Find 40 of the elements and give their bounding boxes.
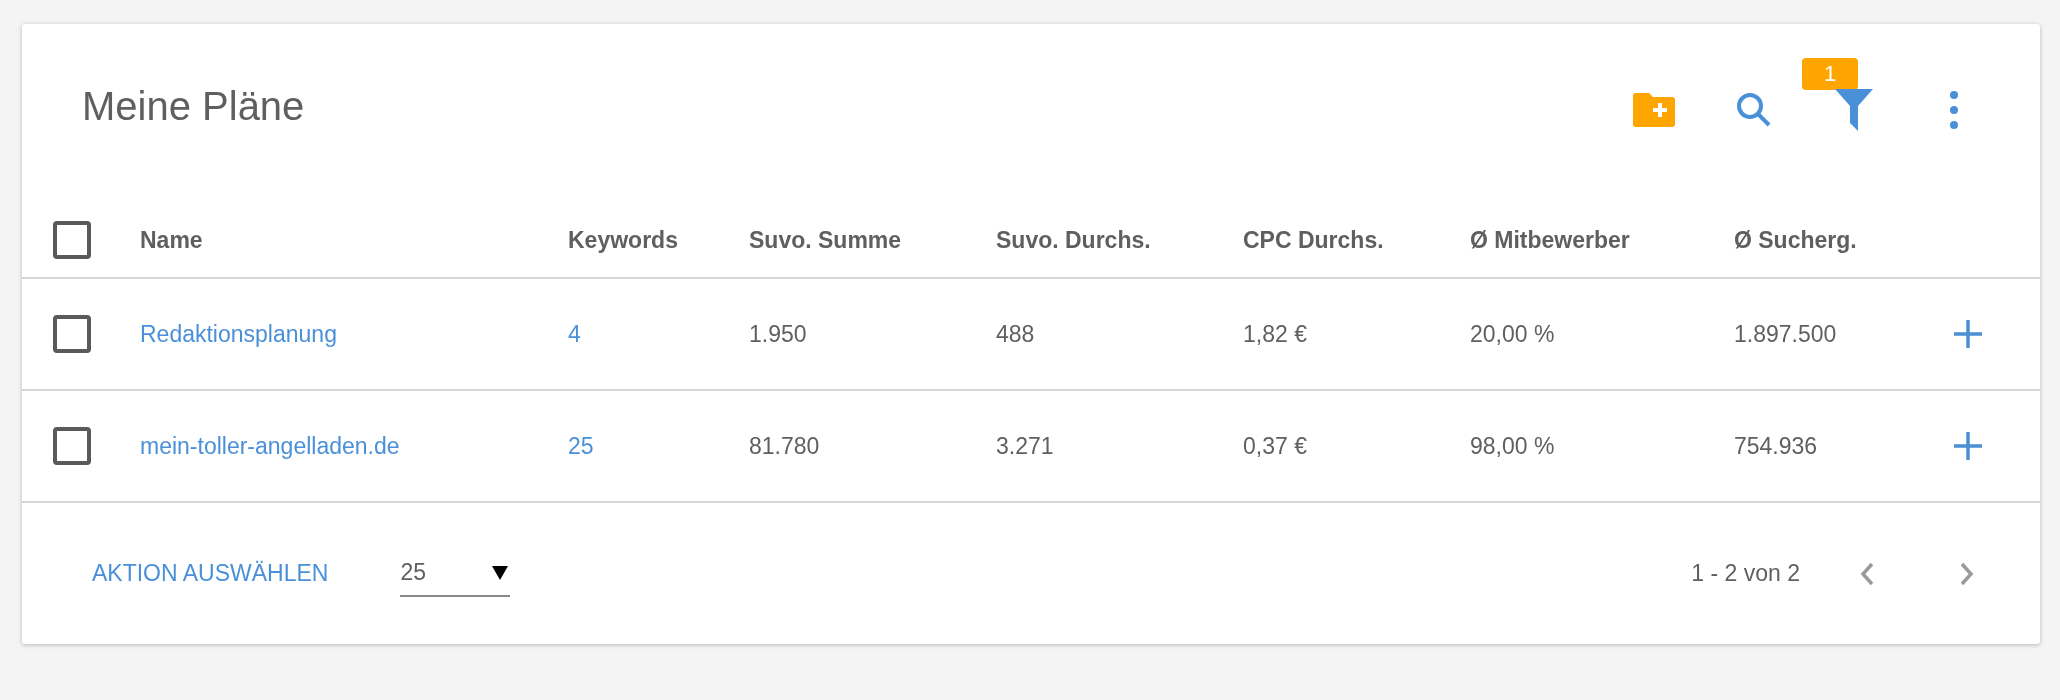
search-icon bbox=[1736, 91, 1772, 128]
page-size-select[interactable]: 25 bbox=[400, 550, 511, 597]
plus-icon bbox=[1953, 431, 1983, 461]
chevron-right-icon bbox=[1959, 561, 1975, 586]
column-header: Suvo. Durchs. bbox=[996, 225, 1152, 254]
column-header: Suvo. Summe bbox=[749, 225, 903, 254]
dropdown-arrow-icon bbox=[492, 565, 509, 580]
keywords-link[interactable]: 4 bbox=[568, 320, 749, 348]
folder-plus-icon bbox=[1633, 92, 1675, 127]
column-header: CPC Durchs. bbox=[1243, 225, 1385, 254]
checkbox[interactable] bbox=[53, 427, 91, 465]
table-cell-text: 0,37 € bbox=[1243, 432, 1308, 460]
filter-icon bbox=[1835, 88, 1873, 131]
checkbox[interactable] bbox=[53, 221, 91, 259]
plan-link[interactable]: Redaktionsplanung bbox=[140, 320, 568, 348]
more-icon bbox=[1950, 90, 1958, 129]
table-cell-text: 98,00 % bbox=[1470, 432, 1556, 460]
table-cell-text: 81.780 bbox=[749, 432, 821, 460]
table-cell-text: 754.936 bbox=[1734, 432, 1819, 460]
select-action-button[interactable]: AKTION AUSWÄHLEN bbox=[92, 560, 329, 587]
add-button[interactable] bbox=[1953, 431, 1983, 461]
table-cell-text: 1.950 bbox=[749, 320, 808, 348]
add-button[interactable] bbox=[1953, 319, 1983, 349]
checkbox[interactable] bbox=[53, 315, 91, 353]
table-cell-text: 3.271 bbox=[996, 432, 1055, 460]
plan-link[interactable]: mein-toller-angelladen.de bbox=[140, 432, 568, 460]
keywords-link[interactable]: 25 bbox=[568, 432, 749, 460]
table-cell-text: 20,00 % bbox=[1470, 320, 1556, 348]
column-header: Ø Mitbewerber bbox=[1470, 225, 1631, 254]
plus-icon bbox=[1953, 319, 1983, 349]
table-cell-text: 1.897.500 bbox=[1734, 320, 1838, 348]
column-header: Keywords bbox=[568, 225, 679, 254]
table-cell-text: 488 bbox=[996, 320, 1036, 348]
column-header: Ø Sucherg. bbox=[1734, 225, 1858, 254]
page-title: Meine Pläne bbox=[82, 84, 306, 129]
chevron-left-icon bbox=[1859, 561, 1875, 586]
table-cell-text: 1,82 € bbox=[1243, 320, 1308, 348]
pagination-range: 1 - 2 von 2 bbox=[1691, 560, 1800, 587]
filter-count-badge: 1 bbox=[1802, 57, 1858, 90]
column-header: Name bbox=[140, 225, 204, 254]
